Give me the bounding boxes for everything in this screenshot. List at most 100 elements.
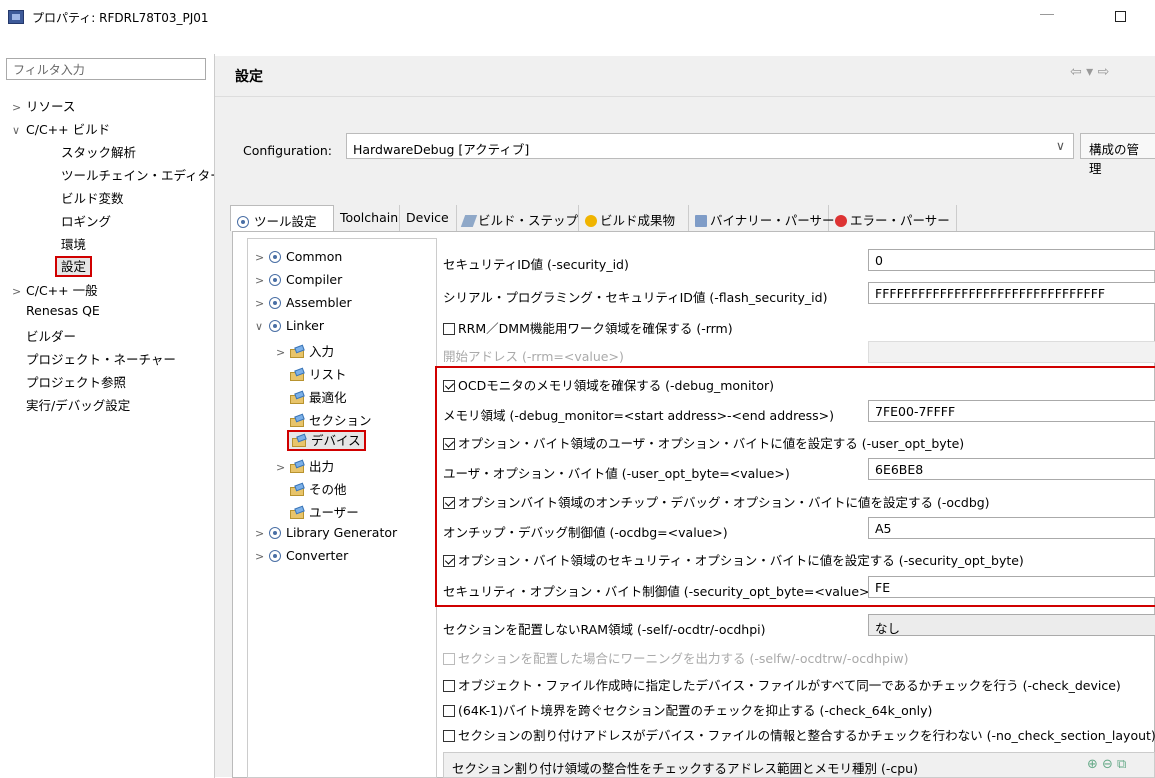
folder-icon: [290, 507, 305, 519]
ocdbg-checkbox[interactable]: [443, 497, 455, 509]
tree-item-logging[interactable]: ロギング: [61, 211, 111, 230]
page-title: 設定: [235, 69, 263, 85]
binary-parser-icon: [695, 215, 707, 227]
tool-tree-assembler[interactable]: > Assembler: [255, 295, 352, 310]
self-ram-label: セクションを配置しないRAM領域 (-self/-ocdtr/-ocdhpi): [443, 622, 766, 637]
tree-item-resource[interactable]: > リソース: [12, 96, 75, 115]
tree-item-cpp-general[interactable]: > C/C++ 一般: [12, 280, 98, 299]
gear-icon: [269, 297, 281, 309]
filter-input[interactable]: フィルタ入力: [6, 58, 206, 80]
user-opt-byte-row[interactable]: オプション・バイト領域のユーザ・オプション・バイトに値を設定する (-user_…: [443, 433, 964, 452]
no-check-section-checkbox[interactable]: [443, 730, 455, 742]
folder-icon: [290, 461, 305, 473]
tool-tree-library-generator[interactable]: > Library Generator: [255, 525, 397, 540]
gear-icon: [269, 251, 281, 263]
self-ram-select[interactable]: なし: [868, 614, 1155, 636]
debug-monitor-row[interactable]: OCDモニタのメモリ領域を確保する (-debug_monitor): [443, 375, 774, 394]
settings-highlight: 設定: [55, 256, 93, 277]
tree-item-run-debug[interactable]: 実行/デバッグ設定: [26, 395, 130, 414]
flash-security-id-field[interactable]: FFFFFFFFFFFFFFFFFFFFFFFFFFFFFFFF: [868, 282, 1155, 304]
rrm-checkbox[interactable]: [443, 323, 455, 335]
manage-configurations-button[interactable]: 構成の管理: [1080, 133, 1155, 176]
debug-monitor-checkbox[interactable]: [443, 380, 455, 392]
configuration-select[interactable]: HardwareDebug [アクティブ] ∨: [346, 133, 1074, 159]
tool-tree-compiler[interactable]: > Compiler: [255, 272, 342, 287]
tool-tree-other[interactable]: その他: [290, 479, 347, 498]
rrm-start-label: 開始アドレス (-rrm=<value>): [443, 349, 624, 364]
tree-item-project-ref[interactable]: プロジェクト参照: [26, 372, 126, 391]
tool-tree-converter[interactable]: > Converter: [255, 548, 348, 563]
folder-icon: [290, 392, 305, 404]
security-opt-byte-checkbox[interactable]: [443, 555, 455, 567]
tool-tree-user[interactable]: ユーザー: [290, 502, 359, 521]
tool-tree-common[interactable]: > Common: [255, 249, 342, 264]
tool-tree-section[interactable]: セクション: [290, 410, 372, 429]
check-64k-row[interactable]: (64K-1)バイト境界を跨ぐセクション配置のチェックを抑止する (-check…: [443, 700, 932, 719]
selfw-checkbox: [443, 653, 455, 665]
list-action-icons[interactable]: ⊕ ⊖ ⧉: [1087, 757, 1126, 772]
tab-error-parser[interactable]: エラー・パーサー: [829, 205, 957, 231]
security-opt-byte-row[interactable]: オプション・バイト領域のセキュリティ・オプション・バイトに値を設定する (-se…: [443, 550, 1024, 569]
folder-icon: [290, 346, 305, 358]
check-device-checkbox[interactable]: [443, 680, 455, 692]
no-check-section-row[interactable]: セクションの割り付けアドレスがデバイス・ファイルの情報と整合するかチェックを行わ…: [443, 725, 1155, 744]
tree-item-builder[interactable]: ビルダー: [26, 326, 76, 345]
tab-binary-parser[interactable]: バイナリー・パーサー: [689, 205, 835, 231]
tab-device[interactable]: Device: [400, 205, 457, 231]
tree-item-settings[interactable]: 設定: [55, 256, 93, 277]
tool-tree-input[interactable]: > 入力: [276, 341, 334, 360]
gear-icon: [269, 320, 281, 332]
device-highlight: デバイス: [287, 430, 366, 451]
tool-tree-list[interactable]: リスト: [290, 364, 347, 383]
folder-icon: [290, 369, 305, 381]
tree-item-env[interactable]: 環境: [61, 234, 86, 253]
tab-build-steps[interactable]: ビルド・ステップ: [457, 205, 579, 231]
artifact-icon: [585, 215, 597, 227]
security-id-label: セキュリティID値 (-security_id): [443, 257, 629, 272]
left-panel: [0, 54, 214, 778]
user-opt-byte-value-field[interactable]: 6E6BE8: [868, 458, 1155, 480]
tab-tool-settings[interactable]: ツール設定: [230, 205, 334, 231]
tab-toolchain[interactable]: Toolchain: [334, 205, 400, 231]
rrm-checkbox-row[interactable]: RRM／DMM機能用ワーク領域を確保する (-rrm): [443, 318, 733, 337]
tree-item-build-vars[interactable]: ビルド変数: [61, 188, 124, 207]
app-icon: [8, 10, 24, 24]
security-id-field[interactable]: 0: [868, 249, 1155, 271]
tree-item-toolchain-editor[interactable]: ツールチェイン・エディター: [61, 165, 223, 184]
tree-item-cpp-build[interactable]: ∨ C/C++ ビルド: [12, 119, 110, 138]
gear-icon: [237, 216, 249, 228]
selfw-row: セクションを配置した場合にワーニングを出力する (-selfw/-ocdtrw/…: [443, 648, 908, 667]
debug-monitor-area-field[interactable]: 7FE00-7FFFF: [868, 400, 1155, 422]
maximize-button[interactable]: [1115, 11, 1126, 22]
configuration-label: Configuration:: [243, 143, 332, 158]
gear-icon: [269, 550, 281, 562]
tool-tree-optimize[interactable]: 最適化: [290, 387, 347, 406]
tool-tree-output[interactable]: > 出力: [276, 456, 334, 475]
title-bar: プロパティ: RFDRL78T03_PJ01: [0, 0, 1155, 34]
gear-icon: [269, 527, 281, 539]
user-opt-byte-checkbox[interactable]: [443, 438, 455, 450]
tab-build-artifact[interactable]: ビルド成果物: [579, 205, 689, 231]
ocdbg-row[interactable]: オプションバイト領域のオンチップ・デバッグ・オプション・バイトに値を設定する (…: [443, 492, 990, 511]
rrm-start-field: [868, 341, 1155, 363]
check-64k-checkbox[interactable]: [443, 705, 455, 717]
security-opt-byte-value-field[interactable]: FE: [868, 576, 1155, 598]
folder-icon: [290, 415, 305, 427]
nav-arrows-icon[interactable]: ⇦ ▾ ⇨: [1070, 64, 1109, 80]
tool-tree-device[interactable]: デバイス: [287, 430, 366, 451]
cpu-list-header[interactable]: セクション割り付け領域の整合性をチェックするアドレス範囲とメモリ種別 (-cpu…: [443, 752, 1155, 778]
minimize-button[interactable]: [1040, 14, 1054, 15]
window-title: プロパティ: RFDRL78T03_PJ01: [32, 11, 209, 25]
tool-tree-linker[interactable]: ∨ Linker: [255, 318, 324, 333]
tree-item-renesas-qe[interactable]: Renesas QE: [26, 303, 100, 318]
check-device-row[interactable]: オブジェクト・ファイル作成時に指定したデバイス・ファイルがすべて同一であるかチェ…: [443, 675, 1121, 694]
tree-item-project-nature[interactable]: プロジェクト・ネーチャー: [26, 349, 176, 368]
error-icon: [835, 215, 847, 227]
user-opt-byte-value-label: ユーザ・オプション・バイト値 (-user_opt_byte=<value>): [443, 466, 790, 481]
debug-monitor-area-label: メモリ領域 (-debug_monitor=<start address>-<e…: [443, 408, 835, 423]
tree-item-stack[interactable]: スタック解析: [61, 142, 136, 161]
ocdbg-value-field[interactable]: A5: [868, 517, 1155, 539]
flash-security-id-label: シリアル・プログラミング・セキュリティID値 (-flash_security_…: [443, 290, 828, 305]
gear-icon: [269, 274, 281, 286]
folder-icon: [290, 484, 305, 496]
